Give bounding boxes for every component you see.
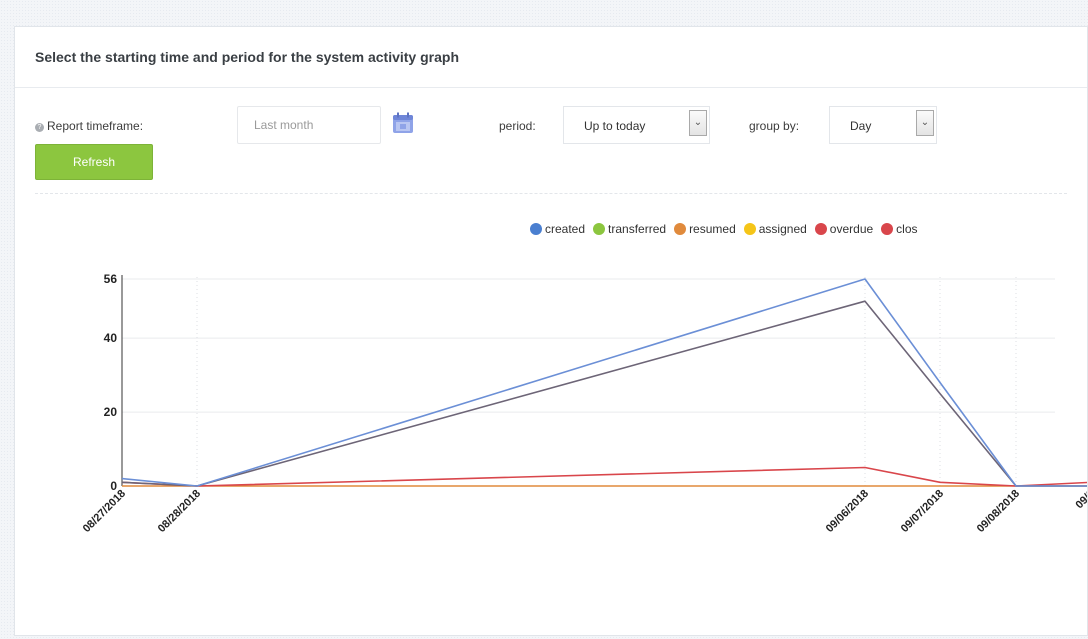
x-tick-label: 09/07/2018 bbox=[899, 488, 946, 535]
x-tick-label: 09/08/2018 bbox=[975, 488, 1022, 535]
activity-line-chart: 020405608/27/2018 08/28/2018 09/06/2018 09/… bbox=[81, 272, 1088, 535]
system-activity-panel: Select the starting time and period for … bbox=[14, 26, 1088, 636]
series-line-created bbox=[121, 278, 1087, 487]
series-line-unlabeled bbox=[121, 300, 1087, 487]
y-tick-label: 20 bbox=[104, 405, 118, 419]
x-tick-label: 09/0 bbox=[1073, 488, 1088, 512]
x-tick-label: 09/06/2018 bbox=[824, 488, 871, 535]
x-tick-label: 08/28/2018 bbox=[156, 488, 203, 535]
series-line-overdue bbox=[121, 466, 1087, 487]
y-tick-label: 56 bbox=[104, 272, 118, 286]
x-tick-label: 08/27/2018 bbox=[81, 488, 128, 535]
y-tick-label: 40 bbox=[104, 331, 118, 345]
